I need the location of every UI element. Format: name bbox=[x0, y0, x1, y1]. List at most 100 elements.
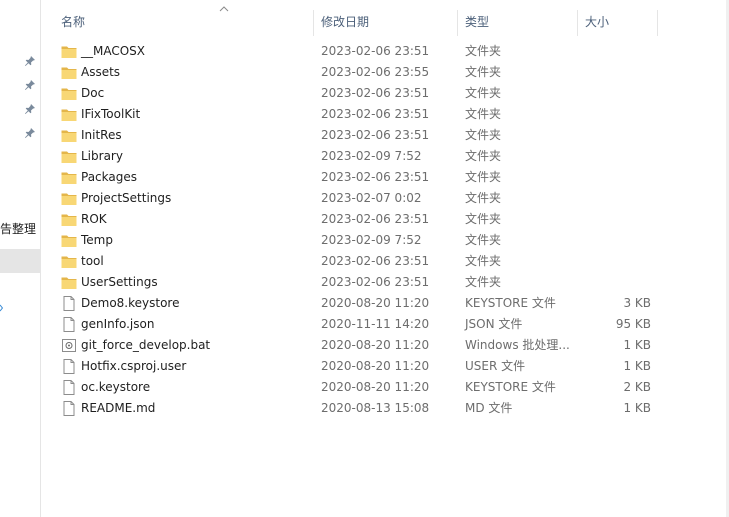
folder-icon bbox=[61, 65, 77, 80]
file-type: MD 文件 bbox=[465, 401, 513, 415]
folder-icon bbox=[61, 254, 77, 269]
file-row[interactable]: __MACOSX 2023-02-06 23:51 文件夹 bbox=[41, 41, 729, 62]
file-row[interactable]: genInfo.json 2020-11-11 14:20 JSON 文件 95 KB bbox=[41, 314, 729, 335]
file-size: 3 KB bbox=[623, 296, 651, 310]
file-modified-date: 2023-02-06 23:51 bbox=[321, 275, 430, 289]
file-name: Doc bbox=[81, 86, 105, 100]
file-list-view: 名称 修改日期 类型 大小 __MACOSX 2023-02-06 23:51 文件… bbox=[41, 0, 729, 517]
file-name: ROK bbox=[81, 212, 107, 226]
file-type: 文件夹 bbox=[465, 44, 502, 58]
file-icon bbox=[61, 380, 77, 395]
column-header-date[interactable]: 修改日期 bbox=[321, 10, 369, 34]
file-type: KEYSTORE 文件 bbox=[465, 296, 556, 310]
folder-icon bbox=[61, 128, 77, 143]
file-name: Library bbox=[81, 149, 123, 163]
file-row[interactable]: UserSettings 2023-02-06 23:51 文件夹 bbox=[41, 272, 729, 293]
file-name: README.md bbox=[81, 401, 156, 415]
file-size: 1 KB bbox=[623, 401, 651, 415]
file-type: 文件夹 bbox=[465, 212, 502, 226]
file-row[interactable]: Demo8.keystore 2020-08-20 11:20 KEYSTORE 文… bbox=[41, 293, 729, 314]
file-row[interactable]: Library 2023-02-09 7:52 文件夹 bbox=[41, 146, 729, 167]
file-row[interactable]: InitRes 2023-02-06 23:51 文件夹 bbox=[41, 125, 729, 146]
file-type: 文件夹 bbox=[465, 191, 502, 205]
pin-icon[interactable] bbox=[24, 55, 36, 67]
file-modified-date: 2020-08-20 11:20 bbox=[321, 296, 430, 310]
file-name: IFixToolKit bbox=[81, 107, 141, 121]
file-modified-date: 2020-08-20 11:20 bbox=[321, 359, 430, 373]
file-row[interactable]: Doc 2023-02-06 23:51 文件夹 bbox=[41, 83, 729, 104]
column-divider[interactable] bbox=[577, 10, 578, 36]
file-modified-date: 2020-08-20 11:20 bbox=[321, 380, 430, 394]
file-modified-date: 2023-02-06 23:51 bbox=[321, 86, 430, 100]
file-type: 文件夹 bbox=[465, 233, 502, 247]
pin-icon[interactable] bbox=[24, 127, 36, 139]
column-header-type[interactable]: 类型 bbox=[465, 10, 489, 34]
column-divider[interactable] bbox=[457, 10, 458, 36]
file-row[interactable]: git_force_develop.bat 2020-08-20 11:20 Win… bbox=[41, 335, 729, 356]
file-size: 1 KB bbox=[623, 338, 651, 352]
file-type: 文件夹 bbox=[465, 254, 502, 268]
file-name: UserSettings bbox=[81, 275, 158, 289]
file-name: Hotfix.csproj.user bbox=[81, 359, 187, 373]
column-divider[interactable] bbox=[657, 10, 658, 36]
file-type: 文件夹 bbox=[465, 128, 502, 142]
file-name: Packages bbox=[81, 170, 137, 184]
file-type: JSON 文件 bbox=[465, 317, 523, 331]
file-modified-date: 2023-02-07 0:02 bbox=[321, 191, 422, 205]
file-type: 文件夹 bbox=[465, 149, 502, 163]
column-header-row: 名称 修改日期 类型 大小 bbox=[41, 10, 729, 36]
file-name: genInfo.json bbox=[81, 317, 155, 331]
pin-icon[interactable] bbox=[24, 79, 36, 91]
file-name: Assets bbox=[81, 65, 121, 79]
file-type: 文件夹 bbox=[465, 170, 502, 184]
file-modified-date: 2023-02-06 23:51 bbox=[321, 170, 430, 184]
file-name: __MACOSX bbox=[81, 44, 146, 58]
file-type: 文件夹 bbox=[465, 65, 502, 79]
column-header-name[interactable]: 名称 bbox=[61, 10, 85, 34]
file-name: ProjectSettings bbox=[81, 191, 172, 205]
file-modified-date: 2020-08-20 11:20 bbox=[321, 338, 430, 352]
column-divider[interactable] bbox=[313, 10, 314, 36]
nav-item-selected[interactable] bbox=[0, 249, 40, 273]
batch-file-icon bbox=[61, 338, 77, 353]
file-modified-date: 2023-02-06 23:51 bbox=[321, 128, 430, 142]
expand-marker-icon bbox=[0, 304, 3, 312]
folder-icon bbox=[61, 212, 77, 227]
folder-icon bbox=[61, 107, 77, 122]
file-modified-date: 2023-02-06 23:51 bbox=[321, 254, 430, 268]
file-type: 文件夹 bbox=[465, 107, 502, 121]
file-row[interactable]: Hotfix.csproj.user 2020-08-20 11:20 USER 文… bbox=[41, 356, 729, 377]
column-header-size[interactable]: 大小 bbox=[585, 10, 609, 34]
file-modified-date: 2023-02-06 23:51 bbox=[321, 212, 430, 226]
file-type: Windows 批处理... bbox=[465, 338, 570, 352]
folder-icon bbox=[61, 170, 77, 185]
file-name: tool bbox=[81, 254, 104, 268]
file-size: 2 KB bbox=[623, 380, 651, 394]
nav-item-label[interactable]: 告整理 bbox=[0, 221, 40, 237]
file-name: git_force_develop.bat bbox=[81, 338, 211, 352]
file-row[interactable]: Assets 2023-02-06 23:55 文件夹 bbox=[41, 62, 729, 83]
pin-icon[interactable] bbox=[24, 103, 36, 115]
file-row[interactable]: ProjectSettings 2023-02-07 0:02 文件夹 bbox=[41, 188, 729, 209]
file-list: __MACOSX 2023-02-06 23:51 文件夹 Assets 2023-02… bbox=[41, 41, 729, 419]
folder-icon bbox=[61, 191, 77, 206]
file-size: 95 KB bbox=[615, 317, 651, 331]
file-icon bbox=[61, 401, 77, 416]
file-name: Demo8.keystore bbox=[81, 296, 180, 310]
file-name: oc.keystore bbox=[81, 380, 151, 394]
file-modified-date: 2023-02-06 23:51 bbox=[321, 44, 430, 58]
file-row[interactable]: oc.keystore 2020-08-20 11:20 KEYSTORE 文件 2 … bbox=[41, 377, 729, 398]
file-row[interactable]: tool 2023-02-06 23:51 文件夹 bbox=[41, 251, 729, 272]
file-row[interactable]: IFixToolKit 2023-02-06 23:51 文件夹 bbox=[41, 104, 729, 125]
folder-icon bbox=[61, 275, 77, 290]
file-icon bbox=[61, 317, 77, 332]
file-modified-date: 2023-02-09 7:52 bbox=[321, 149, 422, 163]
file-icon bbox=[61, 296, 77, 311]
folder-icon bbox=[61, 149, 77, 164]
file-row[interactable]: ROK 2023-02-06 23:51 文件夹 bbox=[41, 209, 729, 230]
file-modified-date: 2023-02-06 23:51 bbox=[321, 107, 430, 121]
file-name: Temp bbox=[81, 233, 113, 247]
file-row[interactable]: README.md 2020-08-13 15:08 MD 文件 1 KB bbox=[41, 398, 729, 419]
file-row[interactable]: Temp 2023-02-09 7:52 文件夹 bbox=[41, 230, 729, 251]
file-row[interactable]: Packages 2023-02-06 23:51 文件夹 bbox=[41, 167, 729, 188]
